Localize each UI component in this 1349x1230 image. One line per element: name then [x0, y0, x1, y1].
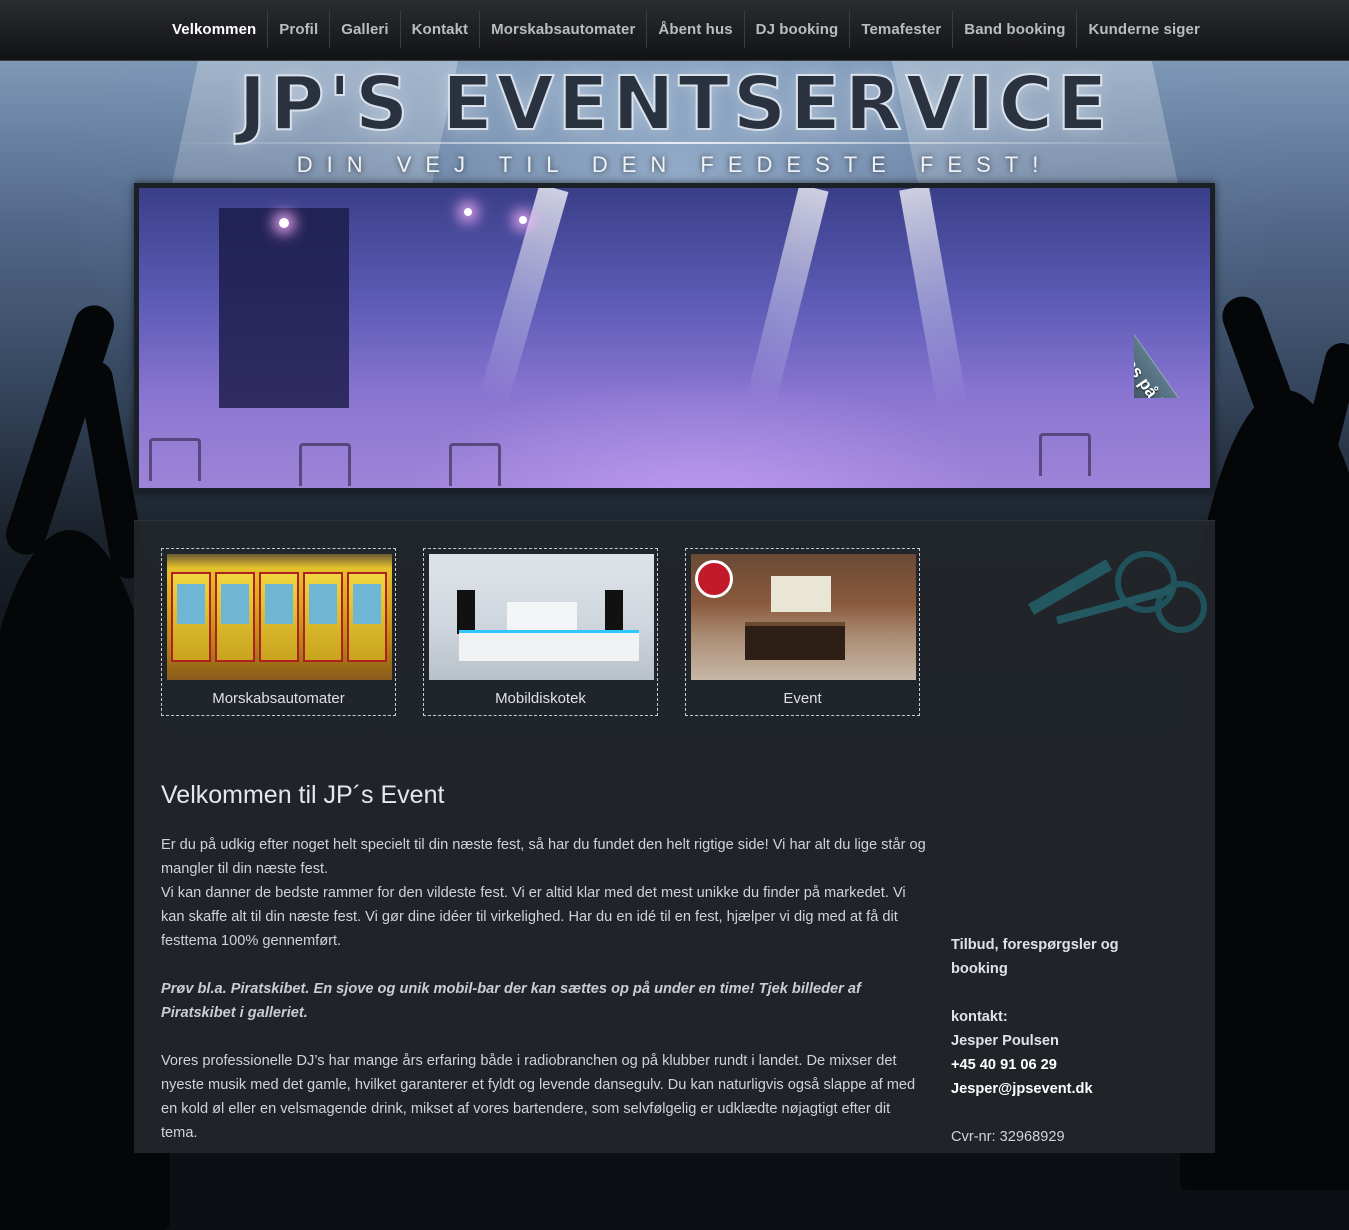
- stage-spotlight: [519, 216, 527, 224]
- tile-caption[interactable]: Event: [691, 690, 914, 707]
- facebook-ribbon-band[interactable]: f Besøg os på Facebook: [1134, 248, 1210, 398]
- nav-item-kunderne-siger[interactable]: Kunderne siger: [1076, 10, 1210, 48]
- stage-spotlight: [279, 218, 289, 228]
- site-logo[interactable]: JP'S EVENTSERVICE: [160, 60, 1190, 148]
- dj-stage: [459, 630, 639, 661]
- contact-name: Jesper Poulsen: [951, 1033, 1059, 1049]
- service-tiles: Morskabsautomater Mobildiskotek Event: [161, 548, 920, 716]
- event-screen: [771, 576, 831, 612]
- nav-label[interactable]: Åbent hus: [658, 21, 732, 38]
- disco-speaker: [457, 590, 475, 634]
- tile-event[interactable]: Event: [685, 548, 920, 716]
- arcade-machine: [347, 572, 387, 662]
- nav-label[interactable]: Kontakt: [412, 21, 469, 38]
- stage-light-beam: [746, 188, 829, 406]
- contact-label: kontakt:: [951, 1009, 1008, 1025]
- arcade-machine: [259, 572, 299, 662]
- nav-label[interactable]: Galleri: [341, 21, 388, 38]
- logo-underline: [160, 142, 1190, 144]
- arcade-machine: [215, 572, 255, 662]
- tile-morskabsautomater[interactable]: Morskabsautomater: [161, 548, 396, 716]
- main-article: Velkommen til JP´s Event Er du på udkig …: [161, 779, 926, 1145]
- pirate-ship-bar: [745, 622, 845, 660]
- nav-item-abent-hus[interactable]: Åbent hus: [646, 10, 743, 48]
- nav-label[interactable]: DJ booking: [756, 21, 839, 38]
- arcade-window: [177, 584, 205, 624]
- tile-caption[interactable]: Mobildiskotek: [429, 690, 652, 707]
- highlight-paragraph: Prøv bl.a. Piratskibet. En sjove og unik…: [161, 981, 861, 1021]
- nav-item-morskabsautomater[interactable]: Morskabsautomater: [479, 10, 646, 48]
- disco-speaker: [605, 590, 623, 634]
- nav-item-galleri[interactable]: Galleri: [329, 10, 399, 48]
- content-panel: Morskabsautomater Mobildiskotek Event Ve…: [134, 520, 1215, 1153]
- arcade-machine: [171, 572, 211, 662]
- stage-photo: [139, 188, 1210, 488]
- nav-label[interactable]: Band booking: [964, 21, 1065, 38]
- stage-chair: [1039, 433, 1091, 476]
- arcade-window: [221, 584, 249, 624]
- stage-chair: [449, 443, 501, 486]
- arcade-machine: [303, 572, 343, 662]
- nav-label[interactable]: Velkommen: [172, 21, 256, 38]
- stage-speaker: [219, 208, 349, 408]
- nav-label[interactable]: Kunderne siger: [1088, 21, 1199, 38]
- intro-paragraph: Er du på udkig efter noget helt specielt…: [161, 837, 926, 877]
- tile-mobildiskotek[interactable]: Mobildiskotek: [423, 548, 658, 716]
- stage-chair: [299, 443, 351, 486]
- nav-label[interactable]: Profil: [279, 21, 318, 38]
- nav-item-band-booking[interactable]: Band booking: [952, 10, 1076, 48]
- stage-light-beam: [899, 188, 967, 408]
- dj-table: [507, 602, 577, 632]
- nav-item-profil[interactable]: Profil: [267, 10, 329, 48]
- site-tagline: DIN VEJ TIL DEN FEDESTE FEST!: [296, 152, 1053, 177]
- nav-item-kontakt[interactable]: Kontakt: [399, 10, 480, 48]
- body-paragraph: Vi kan danner de bedste rammer for den v…: [161, 885, 906, 949]
- contact-phone[interactable]: +45 40 91 06 29: [951, 1053, 1171, 1077]
- event-photo[interactable]: [691, 554, 916, 680]
- contact-email[interactable]: Jesper@jpsevent.dk: [951, 1077, 1171, 1101]
- nav-item-temafester[interactable]: Temafester: [849, 10, 952, 48]
- event-logo: [695, 560, 733, 598]
- stage-chair: [149, 438, 201, 481]
- arcade-photo[interactable]: [167, 554, 392, 680]
- nav-item-velkommen[interactable]: Velkommen: [160, 10, 267, 48]
- facebook-ribbon[interactable]: f Besøg os på Facebook: [1134, 188, 1210, 398]
- nav-item-dj-booking[interactable]: DJ booking: [743, 10, 850, 48]
- cvr-number: Cvr-nr: 32968929: [951, 1129, 1065, 1145]
- contact-sidebar: Tilbud, forespørgsler og booking kontakt…: [951, 933, 1171, 1149]
- arcade-window: [265, 584, 293, 624]
- nav-label[interactable]: Temafester: [861, 21, 941, 38]
- facebook-link[interactable]: Besøg os på Facebook: [1134, 308, 1210, 398]
- logo-text[interactable]: JP'S EVENTSERVICE: [238, 60, 1112, 148]
- hero-banner: f Besøg os på Facebook: [134, 183, 1215, 493]
- arcade-window: [353, 584, 381, 624]
- disco-photo[interactable]: [429, 554, 654, 680]
- top-navigation: Velkommen Profil Galleri Kontakt Morskab…: [0, 0, 1349, 61]
- body-paragraph: Vores professionelle DJ’s har mange års …: [161, 1053, 916, 1141]
- sidebar-heading: Tilbud, forespørgsler og booking: [951, 937, 1119, 977]
- tile-caption[interactable]: Morskabsautomater: [167, 690, 390, 707]
- page-title: Velkommen til JP´s Event: [161, 781, 445, 809]
- decorative-graphic: [995, 521, 1215, 651]
- nav-label[interactable]: Morskabsautomater: [491, 21, 635, 38]
- stage-spotlight: [464, 208, 472, 216]
- arcade-window: [309, 584, 337, 624]
